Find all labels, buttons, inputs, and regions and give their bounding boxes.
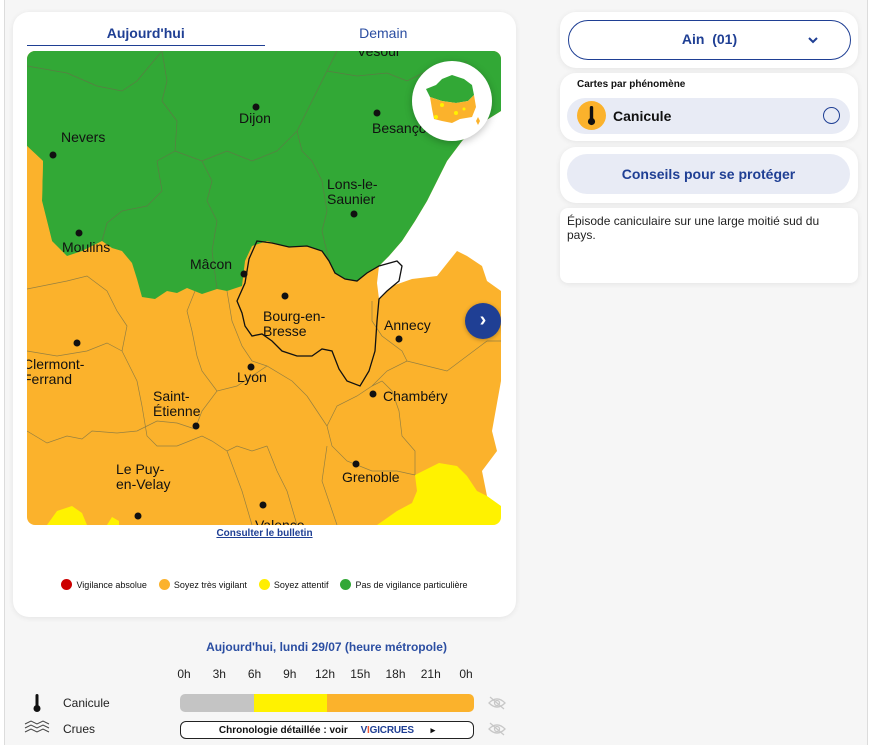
dot-nevers bbox=[49, 151, 57, 159]
legend-label: Soyez attentif bbox=[273, 579, 329, 590]
timeline-row-crues: Crues Chronologie détaillée : voir VIGIC… bbox=[0, 719, 520, 739]
canicule-timeline-bar bbox=[180, 694, 474, 712]
france-mini-map-icon bbox=[426, 75, 480, 125]
city-dijon: Dijon bbox=[239, 110, 271, 126]
hour-tick: 0h bbox=[459, 667, 473, 681]
chevron-down-icon bbox=[808, 37, 818, 44]
city-annecy: Annecy bbox=[384, 317, 431, 333]
arrow-right-icon: ▸ bbox=[430, 725, 436, 735]
city-lepuy-1: Le Puy- bbox=[116, 461, 165, 477]
legend-label: Pas de vigilance particulière bbox=[355, 579, 468, 590]
city-grenoble: Grenoble bbox=[342, 469, 400, 485]
page-divider-right bbox=[867, 0, 868, 745]
department-select[interactable]: Ain (01) bbox=[568, 20, 851, 60]
legend-dot-yellow bbox=[258, 579, 270, 590]
dot-clermont bbox=[73, 339, 81, 347]
city-vesoul: Vesoul bbox=[357, 51, 399, 59]
legend-item-green: Pas de vigilance particulière bbox=[340, 579, 468, 590]
city-lons-2: Saunier bbox=[327, 191, 376, 207]
phenomena-title: Cartes par phénomène bbox=[577, 79, 686, 90]
page-divider-left bbox=[4, 0, 5, 745]
department-card: Ain (01) bbox=[560, 12, 858, 68]
map-card: Aujourd'hui Demain Vesoul Nevers Dijon B… bbox=[13, 12, 516, 617]
hide-canicule-eye-off-icon[interactable] bbox=[487, 695, 507, 711]
legend-label: Vigilance absolue bbox=[76, 579, 147, 590]
row-label-crues: Crues bbox=[63, 722, 96, 736]
hour-tick: 18h bbox=[385, 667, 406, 681]
phenomenon-radio[interactable] bbox=[823, 107, 840, 124]
hour-tick: 9h bbox=[283, 667, 297, 681]
legend-item-red: Vigilance absolue bbox=[61, 579, 147, 590]
map-legend: Vigilance absolue Soyez très vigilant So… bbox=[13, 579, 516, 590]
city-bourg-2: Bresse bbox=[263, 323, 307, 339]
dot-annecy bbox=[395, 335, 403, 343]
legend-dot-green bbox=[340, 579, 352, 590]
advice-card: Conseils pour se protéger bbox=[560, 147, 858, 203]
segment-orange bbox=[327, 694, 474, 712]
hour-tick: 3h bbox=[212, 667, 226, 681]
dot-moulins bbox=[75, 229, 83, 237]
segment-none bbox=[180, 694, 254, 712]
timeline-row-canicule: Canicule bbox=[0, 693, 520, 713]
dot-besancon bbox=[373, 109, 381, 117]
consult-bulletin-link[interactable]: Consulter le bulletin bbox=[13, 528, 516, 539]
city-chambery: Chambéry bbox=[383, 388, 448, 404]
city-stetienne-2: Étienne bbox=[153, 403, 201, 419]
city-stetienne-1: Saint- bbox=[153, 388, 190, 404]
city-clermont-1: Clermont- bbox=[27, 356, 85, 372]
phenomenon-canicule[interactable]: Canicule bbox=[567, 98, 850, 134]
timeline-hours: 0h 3h 6h 9h 12h 15h 18h 21h 0h bbox=[172, 667, 478, 681]
city-bourg-1: Bourg-en- bbox=[263, 308, 326, 324]
hour-tick: 15h bbox=[350, 667, 371, 681]
phenomenon-label: Canicule bbox=[613, 108, 672, 124]
vigicrues-link-button[interactable]: Chronologie détaillée : voir VIGICRUES ▸ bbox=[180, 721, 474, 739]
dot-chambery bbox=[369, 390, 377, 398]
dot-bourg bbox=[281, 292, 289, 300]
day-tabs: Aujourd'hui Demain bbox=[27, 12, 502, 48]
dot-macon bbox=[240, 270, 248, 278]
legend-dot-orange bbox=[158, 579, 170, 590]
row-label-canicule: Canicule bbox=[63, 696, 110, 710]
hour-tick: 6h bbox=[247, 667, 262, 681]
city-macon: Mâcon bbox=[190, 256, 232, 272]
timeline-title: Aujourd'hui, lundi 29/07 (heure métropol… bbox=[206, 640, 447, 654]
city-clermont-2: Ferrand bbox=[27, 371, 72, 387]
hour-tick: 12h bbox=[314, 667, 336, 681]
hide-crues-eye-off-icon[interactable] bbox=[487, 721, 507, 737]
dot-valence bbox=[259, 501, 267, 509]
hour-tick: 0h bbox=[177, 667, 191, 681]
france-mini-map[interactable] bbox=[412, 61, 492, 141]
vigicrues-link-text: Chronologie détaillée : voir bbox=[218, 725, 348, 736]
thermometer-icon bbox=[577, 101, 606, 130]
vigilance-map[interactable]: Vesoul Nevers Dijon Besançon Lons-le- Sa… bbox=[27, 51, 501, 525]
episode-comment: Épisode caniculaire sur une large moitié… bbox=[567, 214, 820, 242]
thermometer-icon bbox=[24, 693, 50, 713]
comment-card: Épisode caniculaire sur une large moitié… bbox=[560, 208, 858, 283]
dot-grenoble bbox=[352, 460, 360, 468]
phenomena-card: Cartes par phénomène Canicule bbox=[560, 73, 858, 141]
city-lepuy-2: en-Velay bbox=[116, 476, 170, 492]
department-value: Ain (01) bbox=[681, 31, 738, 47]
city-nevers: Nevers bbox=[61, 129, 105, 145]
city-valence: Valence bbox=[255, 517, 305, 525]
protection-advice-button[interactable]: Conseils pour se protéger bbox=[567, 154, 850, 194]
dot-stetienne bbox=[192, 422, 200, 430]
next-map-button[interactable]: › bbox=[465, 303, 501, 339]
city-lons-1: Lons-le- bbox=[327, 176, 378, 192]
chevron-right-icon: › bbox=[479, 309, 487, 331]
segment-yellow bbox=[253, 694, 327, 712]
tab-today[interactable]: Aujourd'hui bbox=[27, 12, 265, 46]
legend-label: Soyez très vigilant bbox=[173, 579, 247, 590]
hour-tick: 21h bbox=[420, 667, 441, 681]
city-moulins: Moulins bbox=[62, 239, 110, 255]
legend-dot-red bbox=[61, 579, 73, 590]
dot-lons bbox=[350, 210, 358, 218]
waves-icon bbox=[24, 719, 50, 739]
dot-lepuy bbox=[134, 512, 142, 520]
city-lyon: Lyon bbox=[237, 369, 267, 385]
legend-item-orange: Soyez très vigilant bbox=[158, 579, 247, 590]
vigicrues-logo: VIGICRUES bbox=[360, 725, 414, 736]
legend-item-yellow: Soyez attentif bbox=[258, 579, 329, 590]
tab-tomorrow[interactable]: Demain bbox=[265, 12, 503, 46]
